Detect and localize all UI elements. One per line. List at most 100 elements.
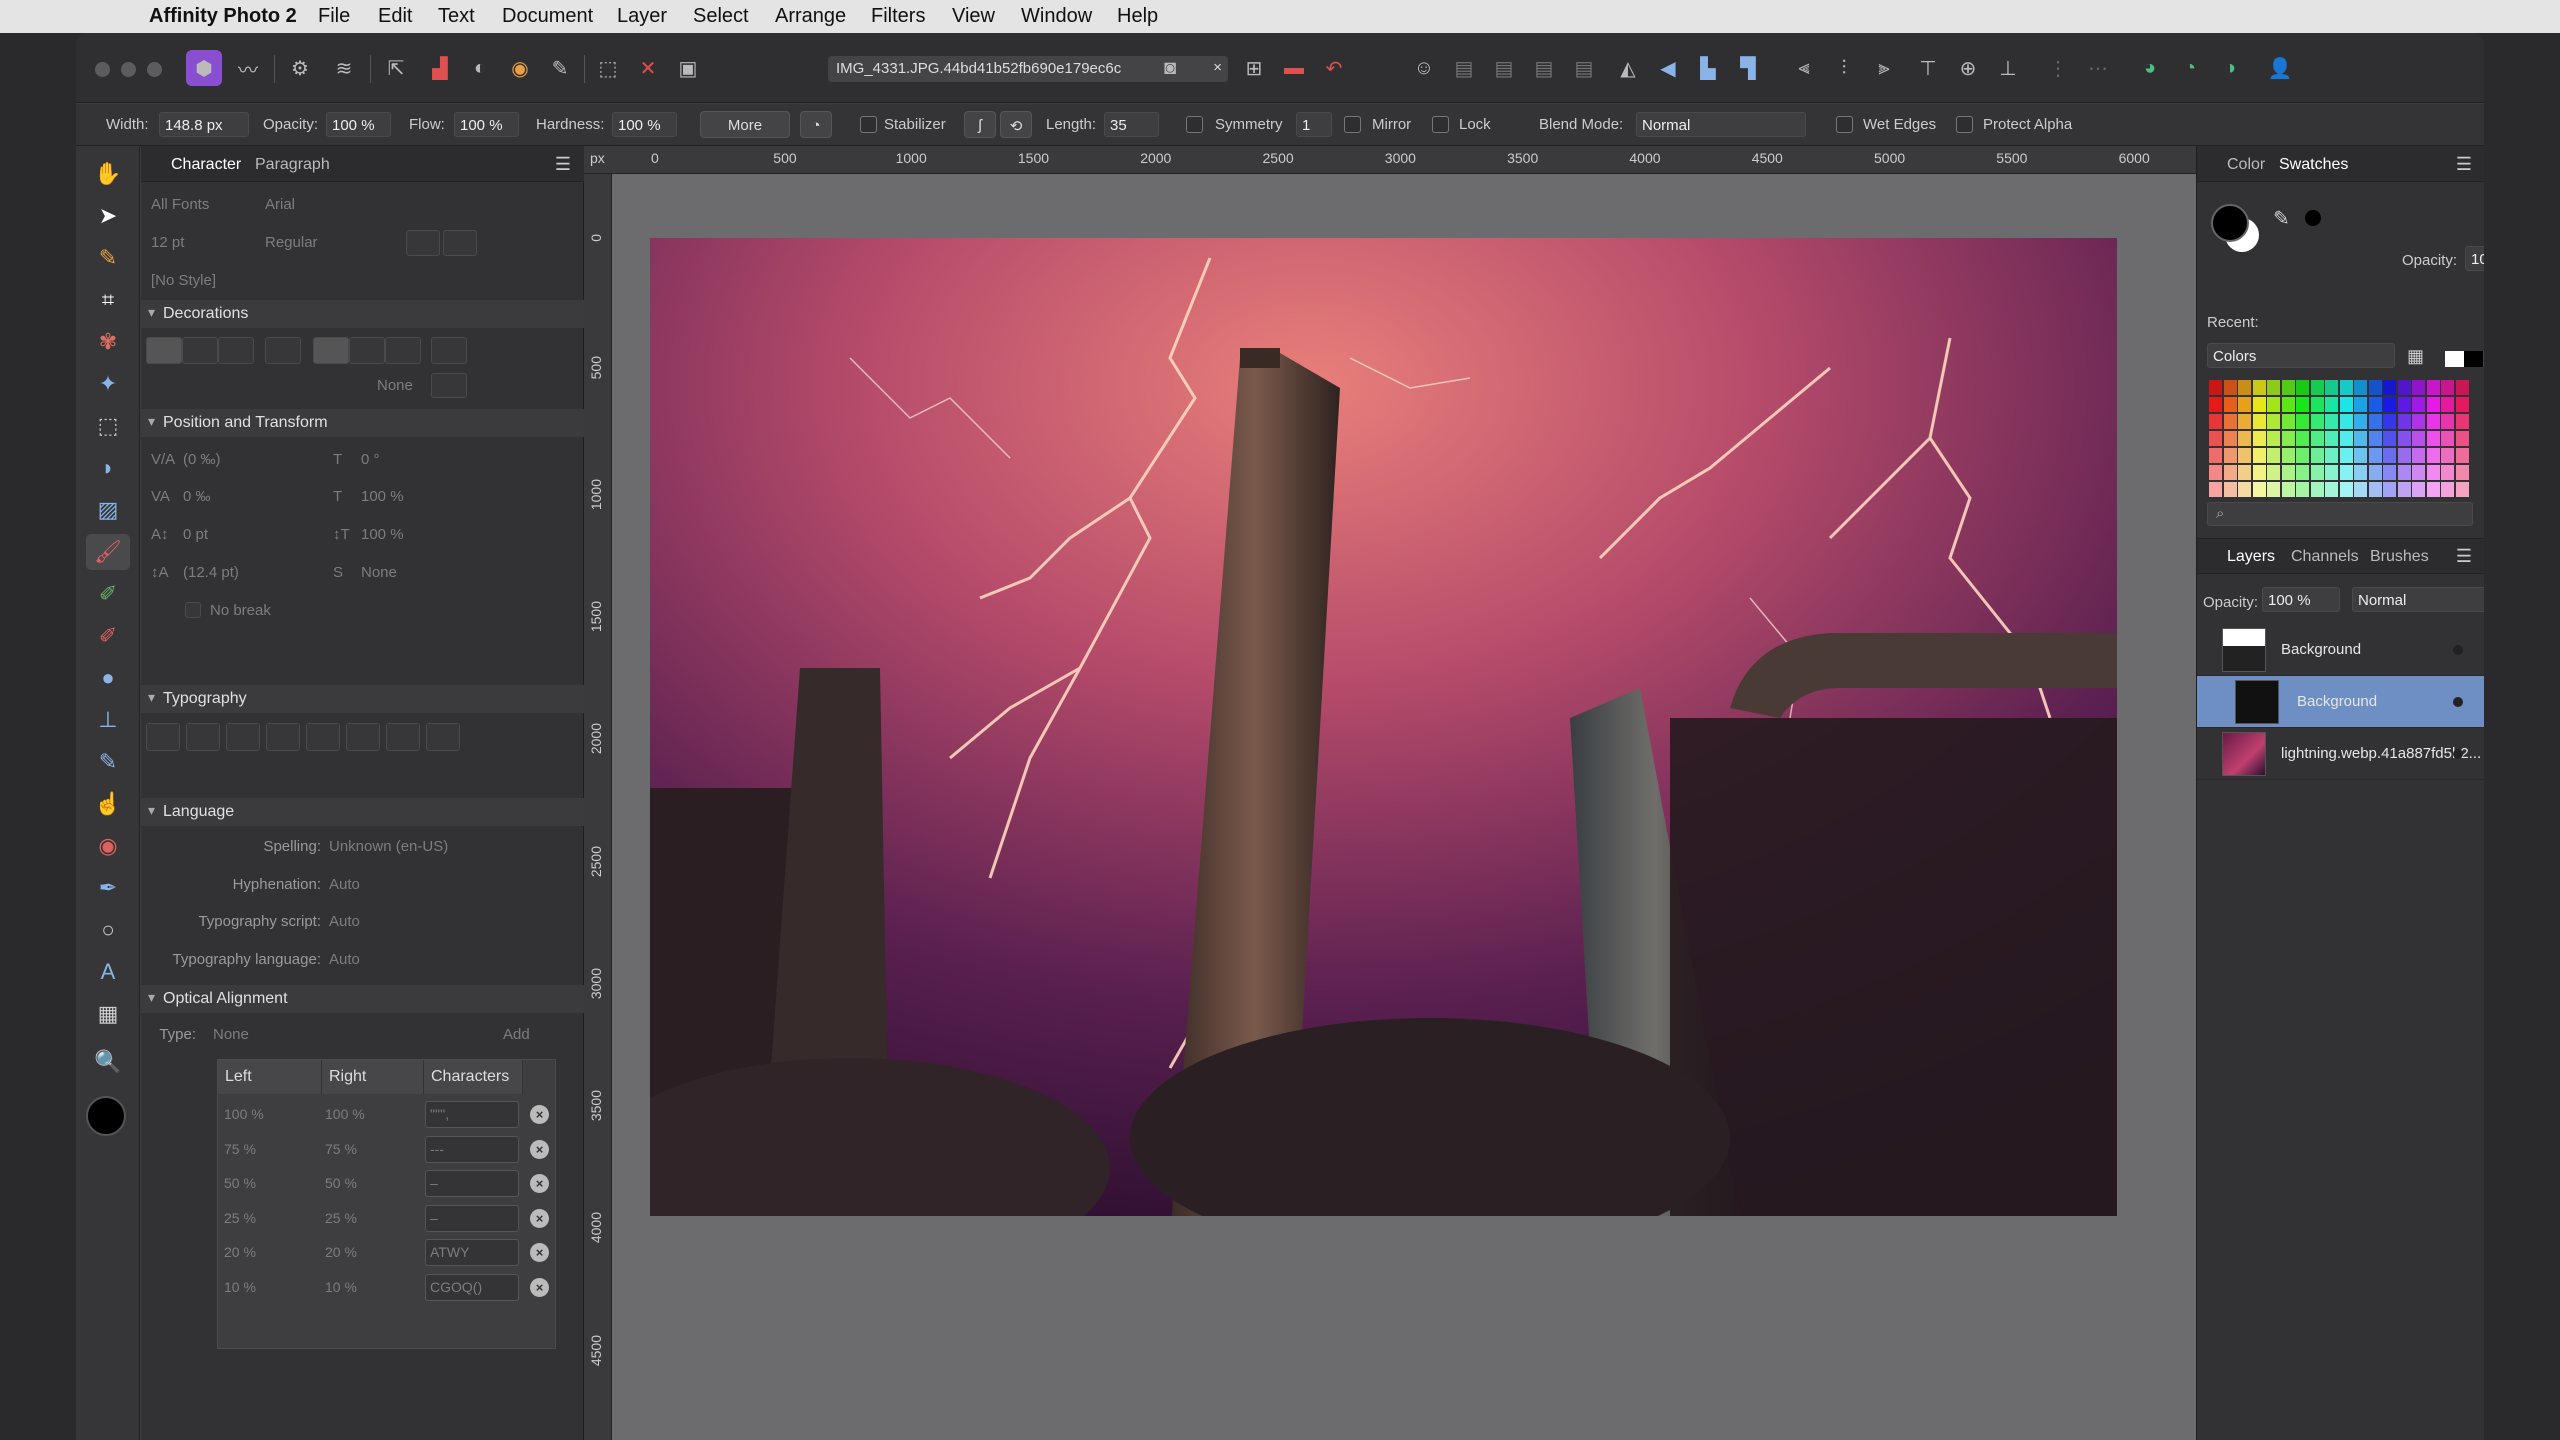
tab-channels[interactable]: Channels <box>2291 548 2359 566</box>
color-swatch[interactable] <box>2252 465 2266 480</box>
color-swatch[interactable] <box>2209 465 2222 480</box>
color-picker-tool-icon[interactable]: ✎ <box>86 240 130 276</box>
color-swatch[interactable] <box>2397 414 2411 429</box>
horizontal-ruler[interactable]: px 0 500 1000 1500 2000 2500 3000 3500 4000 4500 5… <box>584 146 2196 174</box>
eyedropper-icon[interactable]: ✎ <box>2273 206 2290 231</box>
ligatures-icon[interactable] <box>146 723 180 751</box>
color-swatch[interactable] <box>2310 482 2324 497</box>
levels-icon[interactable]: ▟ <box>422 50 458 86</box>
boolean-subtract-icon[interactable]: ◔ <box>2172 50 2208 86</box>
color-swatch[interactable] <box>2368 448 2382 463</box>
arrange-front-icon[interactable]: ▤ <box>1566 50 1602 86</box>
dodge-tool-icon[interactable]: ● <box>86 660 130 696</box>
more-button[interactable]: More <box>700 111 790 138</box>
optical-right-value[interactable]: 10 % <box>325 1279 357 1295</box>
remove-row-icon[interactable]: × <box>530 1174 549 1193</box>
small-caps-icon[interactable] <box>426 723 460 751</box>
double-underline-icon[interactable] <box>182 337 218 364</box>
optical-right-value[interactable]: 75 % <box>325 1141 357 1157</box>
color-swatch[interactable] <box>2223 448 2237 463</box>
white-balance-icon[interactable]: ✎ <box>542 50 578 86</box>
leading-value[interactable]: (12.4 pt) <box>183 564 239 581</box>
mesh-warp-icon[interactable]: ▦ <box>86 996 130 1032</box>
selection-icon[interactable]: ⬚ <box>590 50 626 86</box>
color-swatch[interactable] <box>2441 380 2454 395</box>
length-input[interactable]: 35 <box>1104 112 1159 137</box>
menu-help[interactable]: Help <box>1117 5 1158 28</box>
optical-left-value[interactable]: 20 % <box>224 1244 256 1260</box>
optical-right-value[interactable]: 20 % <box>325 1244 357 1260</box>
color-swatch[interactable] <box>2310 380 2324 395</box>
optical-right-value[interactable]: 50 % <box>325 1175 357 1191</box>
color-swatch[interactable] <box>2441 414 2454 429</box>
color-swatch[interactable] <box>2209 482 2222 497</box>
color-swatch[interactable] <box>2296 465 2309 480</box>
decoration-color-box[interactable] <box>431 373 467 398</box>
color-swatch[interactable] <box>2383 380 2396 395</box>
color-swatch[interactable] <box>2238 482 2251 497</box>
color-swatch[interactable] <box>2238 465 2251 480</box>
color-swatch[interactable] <box>2412 380 2425 395</box>
panel-menu-icon[interactable]: ☰ <box>555 154 571 175</box>
smudge-tool-icon[interactable]: ☝ <box>86 786 130 822</box>
color-swatch[interactable] <box>2296 431 2309 446</box>
text-tool-icon[interactable]: A <box>86 954 130 990</box>
palette-grid-icon[interactable]: ▦ <box>2407 346 2424 367</box>
font-collection[interactable]: All Fonts <box>151 196 209 213</box>
optical-alignment-header[interactable]: Optical Alignment <box>141 985 584 1013</box>
red-eye-tool-icon[interactable]: ◉ <box>86 828 130 864</box>
protect-alpha-checkbox[interactable] <box>1956 116 1973 133</box>
tab-brushes[interactable]: Brushes <box>2370 548 2429 566</box>
menu-filters[interactable]: Filters <box>871 5 925 28</box>
color-swatch[interactable] <box>2441 465 2454 480</box>
layer-visibility-dot[interactable] <box>2453 697 2463 707</box>
all-caps-icon[interactable] <box>386 723 420 751</box>
color-swatch[interactable] <box>2252 431 2266 446</box>
align-middle-icon[interactable]: ⊕ <box>1950 50 1986 86</box>
lock-checkbox[interactable] <box>1432 116 1449 133</box>
account-icon[interactable]: 👤 <box>2262 50 2298 86</box>
align-bottom-icon[interactable]: ⊥ <box>1990 50 2026 86</box>
color-replacement-icon[interactable]: ✐ <box>86 576 130 612</box>
color-swatch[interactable] <box>2383 448 2396 463</box>
color-swatch[interactable] <box>2368 482 2382 497</box>
layer-visibility-dot[interactable] <box>2453 749 2463 759</box>
color-swatch[interactable] <box>2325 431 2338 446</box>
optical-right-value[interactable]: 100 % <box>325 1106 365 1122</box>
tab-swatches[interactable]: Swatches <box>2279 156 2348 174</box>
zoom-tool-icon[interactable]: 🔍 <box>86 1044 130 1080</box>
export-persona-icon[interactable]: ⇱ <box>378 50 414 86</box>
color-swatch[interactable] <box>2339 431 2353 446</box>
typography-script-value[interactable]: Auto <box>329 913 360 930</box>
typography-header[interactable]: Typography <box>141 685 584 713</box>
color-swatch[interactable] <box>2252 448 2266 463</box>
stabilizer-checkbox[interactable] <box>860 116 877 133</box>
swatches-menu-icon[interactable]: ☰ <box>2456 154 2472 175</box>
color-swatch[interactable] <box>2296 414 2309 429</box>
color-swatch[interactable] <box>2354 465 2367 480</box>
color-swatch[interactable] <box>2383 431 2396 446</box>
color-swatch[interactable] <box>2441 482 2454 497</box>
color-swatch[interactable] <box>2354 482 2367 497</box>
color-swatch[interactable] <box>2354 397 2367 412</box>
optical-chars-field[interactable] <box>425 1204 519 1232</box>
optical-left-value[interactable]: 25 % <box>224 1210 256 1226</box>
rotate-left-icon[interactable]: ▙ <box>1690 50 1726 86</box>
boolean-intersect-icon[interactable]: ◑ <box>2212 50 2248 86</box>
tone-mapping-persona-icon[interactable]: ≋ <box>326 50 362 86</box>
layer-blend-select[interactable]: Normal <box>2352 587 2484 612</box>
erase-brush-icon[interactable]: ✐ <box>86 618 130 654</box>
scale-v-value[interactable]: 100 % <box>361 526 404 543</box>
color-swatch[interactable] <box>2209 414 2222 429</box>
hyphenation-value[interactable]: Auto <box>329 876 360 893</box>
tab-color[interactable]: Color <box>2227 156 2265 174</box>
color-swatch[interactable] <box>2383 465 2396 480</box>
color-swatch[interactable] <box>2455 414 2469 429</box>
double-strike-icon[interactable] <box>349 337 385 364</box>
rotate-right-icon[interactable]: ▜ <box>1730 50 1766 86</box>
vertical-ruler[interactable]: 0500100015002000250030003500400045005000 <box>584 174 612 1440</box>
selection-brush-icon[interactable]: ✾ <box>86 324 130 360</box>
no-break-checkbox[interactable] <box>185 602 201 618</box>
optical-add-button[interactable]: Add <box>503 1026 530 1043</box>
color-swatch[interactable] <box>2455 431 2469 446</box>
